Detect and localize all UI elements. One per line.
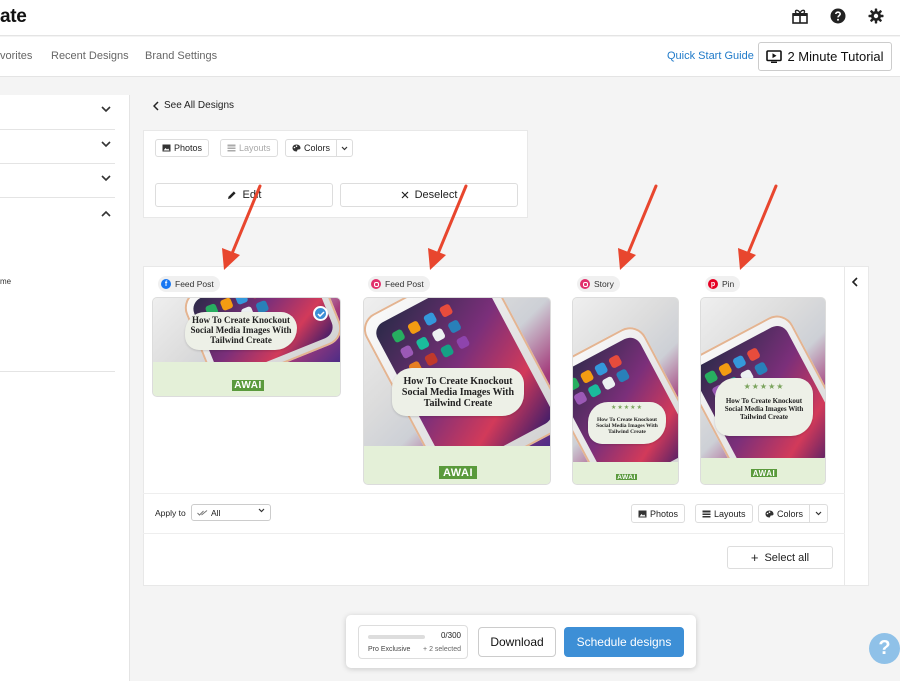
tab-brand-settings[interactable]: Brand Settings [145, 50, 217, 62]
design-headline: How To Create Knockout Social Media Imag… [392, 368, 524, 416]
panel-divider [143, 533, 845, 534]
panel-colors-dropdown-toggle[interactable] [809, 505, 827, 522]
sidebar: me [0, 95, 130, 681]
apply-to-label: Apply to [155, 508, 186, 518]
tutorial-button[interactable]: 2 Minute Tutorial [758, 42, 892, 71]
panel-colors-button[interactable]: Colors [758, 504, 829, 523]
facebook-icon: f [161, 279, 171, 289]
chevron-left-icon [851, 277, 858, 287]
quota-label: Pro Exclusive [368, 646, 411, 653]
bottom-action-bar: 0/300 Pro Exclusive + 2 selected Downloa… [346, 615, 696, 668]
design-card-facebook[interactable]: How To Create Knockout Social Media Imag… [152, 297, 341, 397]
video-play-icon [766, 50, 783, 63]
panel-collapse-toggle[interactable] [845, 266, 869, 586]
layout-icon [702, 510, 711, 517]
sidebar-section-1[interactable] [0, 95, 115, 130]
nav-bar: vorites Recent Designs Brand Settings Qu… [0, 37, 900, 77]
rating-stars: ★★★★★ [611, 405, 643, 411]
quota-progress-track [368, 635, 425, 639]
layouts-button[interactable]: Layouts [220, 139, 278, 157]
apply-to-select[interactable]: All [191, 504, 271, 521]
chevron-down-icon [815, 511, 822, 516]
chevron-up-icon [101, 210, 111, 217]
palette-icon [292, 144, 301, 152]
photo-icon [162, 144, 171, 152]
edit-button[interactable]: Edit [155, 183, 333, 207]
chevron-down-icon [101, 141, 111, 148]
photo-icon [638, 510, 647, 517]
instagram-icon [371, 279, 381, 289]
gear-icon[interactable] [865, 5, 887, 27]
panel-photos-button[interactable]: Photos [631, 504, 686, 523]
instagram-icon [580, 279, 590, 289]
design-headline: How To Create Knockout Social Media Imag… [185, 312, 297, 350]
help-chat-button[interactable]: ? [869, 633, 900, 664]
tab-favorites[interactable]: vorites [0, 50, 32, 62]
design-card-instagram-feed[interactable]: How To Create Knockout Social Media Imag… [363, 297, 551, 485]
plus-icon: + [750, 550, 759, 565]
colors-dropdown-toggle[interactable] [336, 140, 352, 156]
arrow-icon [618, 184, 658, 270]
pencil-icon [227, 191, 236, 199]
pinterest-icon: p [708, 279, 718, 289]
platform-badge-instagram: Feed Post [368, 276, 430, 292]
select-all-button[interactable]: + Select all [727, 546, 833, 569]
chevron-left-icon [153, 100, 159, 111]
palette-icon [765, 510, 774, 517]
design-card-story[interactable]: How To Create Knockout Social Media Imag… [572, 297, 679, 485]
design-card-pin[interactable]: How To Create Knockout Social Media Imag… [700, 297, 826, 485]
top-bar: ate [0, 0, 900, 36]
platform-badge-pinterest: p Pin [705, 276, 741, 292]
quick-start-link[interactable]: Quick Start Guide [667, 50, 754, 62]
quota-count: 0/300 [440, 631, 461, 640]
sidebar-section-4[interactable] [0, 198, 115, 233]
edit-panel: Photos Layouts Colors Edit Deselect [143, 130, 528, 218]
arrow-icon [738, 184, 778, 270]
schedule-designs-button[interactable]: Schedule designs [564, 627, 684, 657]
selected-check-icon[interactable] [313, 306, 328, 321]
sidebar-section-3[interactable] [0, 164, 115, 198]
double-check-icon [197, 509, 208, 516]
awai-logo: AWAI [437, 464, 479, 481]
awai-logo: AWAI [749, 467, 779, 479]
awai-logo: AWAI [230, 378, 266, 393]
tab-recent-designs[interactable]: Recent Designs [51, 50, 129, 62]
chevron-down-icon [101, 106, 111, 113]
sidebar-divider [0, 371, 115, 372]
close-icon [401, 191, 409, 199]
download-button[interactable]: Download [478, 627, 556, 657]
quota-meter: 0/300 Pro Exclusive + 2 selected [358, 625, 468, 659]
layout-icon [227, 144, 236, 152]
chevron-down-icon [101, 175, 111, 182]
app-logo[interactable]: ate [0, 6, 27, 28]
sidebar-section-2[interactable] [0, 130, 115, 164]
platform-badge-facebook: f Feed Post [158, 276, 220, 292]
panel-layouts-button[interactable]: Layouts [695, 504, 753, 523]
quota-selected: + 2 selected [423, 646, 461, 653]
deselect-button[interactable]: Deselect [340, 183, 518, 207]
panel-divider [143, 493, 845, 494]
colors-button[interactable]: Colors [285, 139, 354, 157]
see-all-designs-link[interactable]: See All Designs [153, 100, 234, 111]
chevron-down-icon [341, 146, 348, 150]
platform-badge-story: Story [577, 276, 620, 292]
gift-icon[interactable] [789, 5, 811, 27]
sidebar-option-text[interactable]: me [0, 277, 11, 286]
rating-stars: ★★★★★ [743, 382, 785, 391]
photos-button[interactable]: Photos [155, 139, 210, 157]
awai-logo: AWAI [614, 472, 639, 482]
chevron-down-icon [258, 508, 265, 513]
help-circle-icon[interactable] [827, 5, 849, 27]
tutorial-label: 2 Minute Tutorial [787, 49, 884, 64]
